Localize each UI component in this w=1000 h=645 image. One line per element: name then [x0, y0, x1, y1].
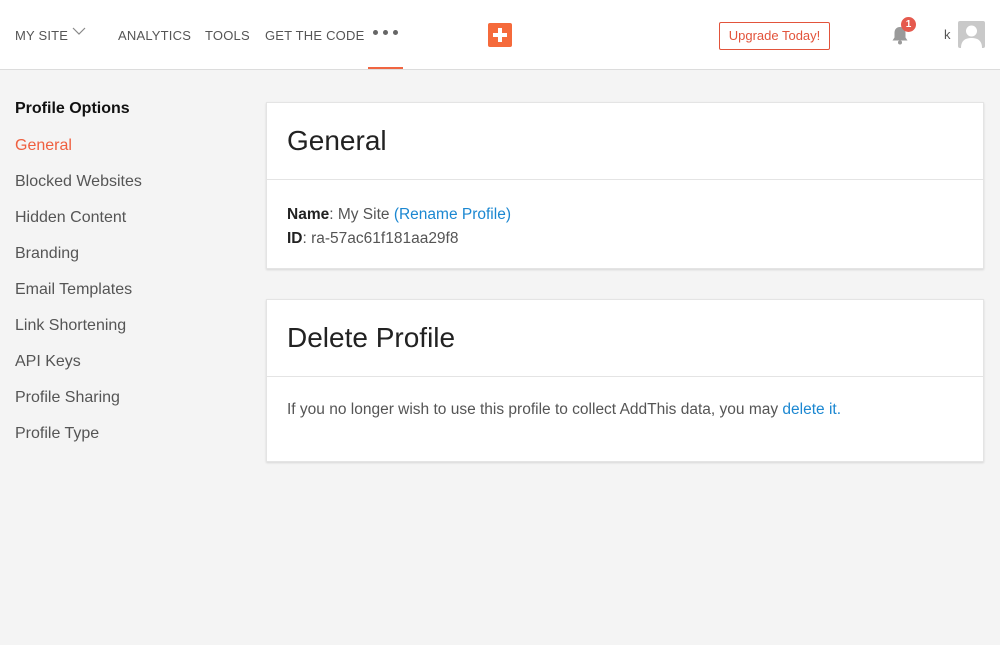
sidebar-item-general[interactable]: General: [15, 137, 72, 155]
delete-profile-link[interactable]: delete it.: [782, 401, 841, 418]
upgrade-button[interactable]: Upgrade Today!: [719, 22, 830, 50]
top-navigation-bar: MY SITE ANALYTICS TOOLS GET THE CODE Upg…: [0, 0, 1000, 70]
name-value: : My Site: [329, 206, 390, 223]
general-card: General Name: My Site (Rename Profile) I…: [266, 102, 984, 269]
nav-analytics[interactable]: ANALYTICS: [118, 28, 191, 43]
general-card-title: General: [287, 125, 387, 156]
active-tab-indicator: [368, 67, 403, 69]
avatar[interactable]: [958, 21, 985, 48]
notification-badge: 1: [901, 17, 916, 32]
profile-name-row: Name: My Site (Rename Profile): [287, 203, 963, 227]
sidebar-item-profile-sharing[interactable]: Profile Sharing: [15, 389, 120, 407]
sidebar-item-link-shortening[interactable]: Link Shortening: [15, 317, 126, 335]
delete-profile-card: Delete Profile If you no longer wish to …: [266, 299, 984, 462]
chevron-down-icon[interactable]: [72, 27, 86, 36]
general-card-header: General: [267, 103, 983, 180]
nav-get-the-code[interactable]: GET THE CODE: [265, 28, 364, 43]
nav-tools[interactable]: TOOLS: [205, 28, 250, 43]
sidebar-item-api-keys[interactable]: API Keys: [15, 353, 81, 371]
sidebar-item-email-templates[interactable]: Email Templates: [15, 281, 132, 299]
user-silhouette-icon: [961, 25, 982, 48]
sidebar-title: Profile Options: [15, 100, 130, 117]
delete-card-title: Delete Profile: [287, 322, 456, 353]
addthis-logo-icon[interactable]: [488, 23, 512, 47]
profile-id-row: ID: ra-57ac61f181aa29f8: [287, 227, 963, 251]
sidebar-item-profile-type[interactable]: Profile Type: [15, 425, 99, 443]
sidebar-item-blocked-websites[interactable]: Blocked Websites: [15, 173, 142, 191]
id-value: : ra-57ac61f181aa29f8: [302, 230, 459, 247]
rename-profile-link[interactable]: (Rename Profile): [394, 206, 511, 223]
delete-card-body: If you no longer wish to use this profil…: [267, 377, 983, 422]
id-label: ID: [287, 230, 303, 247]
name-label: Name: [287, 206, 330, 223]
general-card-body: Name: My Site (Rename Profile) ID: ra-57…: [267, 180, 983, 251]
sidebar-item-branding[interactable]: Branding: [15, 245, 79, 263]
user-initial[interactable]: k: [944, 27, 951, 42]
delete-card-header: Delete Profile: [267, 300, 983, 377]
site-selector[interactable]: MY SITE: [15, 28, 68, 43]
more-menu-icon[interactable]: [373, 30, 398, 35]
delete-description: If you no longer wish to use this profil…: [287, 401, 779, 418]
sidebar-item-hidden-content[interactable]: Hidden Content: [15, 209, 126, 227]
